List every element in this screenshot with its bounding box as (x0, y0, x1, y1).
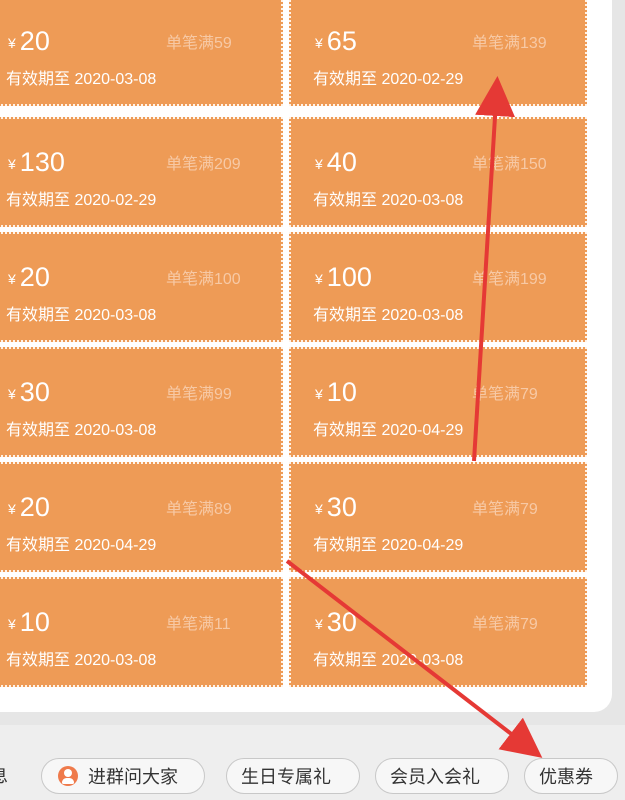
coupon-amount: ¥40 (315, 147, 357, 179)
coupon-grid: ¥20 单笔满59 有效期至 2020-03-08 ¥65 单笔满139 有效期… (0, 0, 625, 700)
coupon-condition: 单笔满209 (166, 156, 241, 173)
coupon-validity: 有效期至 2020-03-08 (6, 307, 157, 324)
coupon-amount: ¥130 (8, 147, 65, 179)
yen-symbol: ¥ (8, 156, 16, 172)
coupon-amount-value: 20 (19, 492, 50, 522)
coupon-card[interactable]: ¥10 单笔满11 有效期至 2020-03-08 (0, 577, 283, 687)
yen-symbol: ¥ (8, 386, 16, 402)
coupon-amount-value: 130 (19, 147, 65, 177)
yen-symbol: ¥ (315, 35, 323, 51)
coupon-card[interactable]: ¥130 单笔满209 有效期至 2020-02-29 (0, 117, 283, 227)
coupon-validity: 有效期至 2020-04-29 (313, 422, 464, 439)
coupon-amount: ¥100 (315, 262, 372, 294)
birthday-gift-label: 生日专属礼 (241, 767, 331, 787)
coupon-amount: ¥20 (8, 262, 50, 294)
yen-symbol: ¥ (8, 616, 16, 632)
coupon-amount-value: 65 (326, 26, 357, 56)
coupon-condition: 单笔满100 (166, 271, 241, 288)
group-ask-button[interactable]: 进群问大家 (41, 758, 205, 794)
coupon-card[interactable]: ¥20 单笔满89 有效期至 2020-04-29 (0, 462, 283, 572)
yen-symbol: ¥ (315, 501, 323, 517)
coupon-condition: 单笔满11 (166, 616, 231, 633)
coupon-validity: 有效期至 2020-03-08 (6, 422, 157, 439)
yen-symbol: ¥ (315, 156, 323, 172)
yen-symbol: ¥ (315, 386, 323, 402)
coupon-amount-value: 40 (326, 147, 357, 177)
coupon-amount: ¥30 (315, 492, 357, 524)
coupon-button-label: 优惠券 (539, 767, 593, 787)
coupon-validity: 有效期至 2020-03-08 (313, 192, 464, 209)
coupon-amount: ¥20 (8, 492, 50, 524)
coupon-amount: ¥20 (8, 26, 50, 58)
birthday-gift-button[interactable]: 生日专属礼 (226, 758, 360, 794)
coupon-card[interactable]: ¥65 单笔满139 有效期至 2020-02-29 (289, 0, 587, 106)
coupon-validity: 有效期至 2020-03-08 (6, 71, 157, 88)
coupon-amount-value: 10 (19, 607, 50, 637)
yen-symbol: ¥ (315, 271, 323, 287)
coupon-amount-value: 20 (19, 26, 50, 56)
coupon-amount: ¥10 (315, 377, 357, 409)
coupon-amount-value: 30 (326, 607, 357, 637)
coupon-amount: ¥10 (8, 607, 50, 639)
coupon-condition: 单笔满79 (472, 386, 538, 403)
coupon-validity: 有效期至 2020-04-29 (313, 537, 464, 554)
coupon-amount: ¥65 (315, 26, 357, 58)
yen-symbol: ¥ (8, 271, 16, 287)
member-gift-button[interactable]: 会员入会礼 (375, 758, 509, 794)
coupon-amount-value: 30 (326, 492, 357, 522)
coupon-condition: 单笔满99 (166, 386, 232, 403)
coupon-validity: 有效期至 2020-02-29 (6, 192, 157, 209)
coupon-validity: 有效期至 2020-02-29 (313, 71, 464, 88)
coupon-amount: ¥30 (8, 377, 50, 409)
coupon-card[interactable]: ¥20 单笔满100 有效期至 2020-03-08 (0, 232, 283, 342)
coupon-condition: 单笔满89 (166, 501, 232, 518)
coupon-amount-value: 100 (326, 262, 372, 292)
coupon-card[interactable]: ¥30 单笔满79 有效期至 2020-03-08 (289, 577, 587, 687)
coupon-validity: 有效期至 2020-04-29 (6, 537, 157, 554)
coupon-validity: 有效期至 2020-03-08 (6, 652, 157, 669)
coupon-condition: 单笔满79 (472, 616, 538, 633)
coupon-condition: 单笔满150 (472, 156, 547, 173)
coupon-card[interactable]: ¥40 单笔满150 有效期至 2020-03-08 (289, 117, 587, 227)
coupon-validity: 有效期至 2020-03-08 (313, 307, 464, 324)
coupon-amount-value: 20 (19, 262, 50, 292)
coupon-amount: ¥30 (315, 607, 357, 639)
coupon-condition: 单笔满139 (472, 35, 547, 52)
group-ask-label: 进群问大家 (88, 767, 178, 787)
cutoff-tab[interactable]: 息 (0, 758, 12, 794)
coupon-amount-value: 10 (326, 377, 357, 407)
yen-symbol: ¥ (8, 35, 16, 51)
coupon-condition: 单笔满199 (472, 271, 547, 288)
bottom-action-bar: 息 进群问大家 生日专属礼 会员入会礼 优惠券 (0, 725, 625, 800)
cutoff-tab-label: 息 (0, 766, 8, 786)
coupon-card[interactable]: ¥30 单笔满99 有效期至 2020-03-08 (0, 347, 283, 457)
member-gift-label: 会员入会礼 (390, 767, 480, 787)
coupon-card[interactable]: ¥10 单笔满79 有效期至 2020-04-29 (289, 347, 587, 457)
yen-symbol: ¥ (8, 501, 16, 517)
yen-symbol: ¥ (315, 616, 323, 632)
coupon-card[interactable]: ¥100 单笔满199 有效期至 2020-03-08 (289, 232, 587, 342)
coupon-condition: 单笔满59 (166, 35, 232, 52)
coupon-card[interactable]: ¥30 单笔满79 有效期至 2020-04-29 (289, 462, 587, 572)
coupon-button[interactable]: 优惠券 (524, 758, 618, 794)
coupon-amount-value: 30 (19, 377, 50, 407)
coupon-validity: 有效期至 2020-03-08 (313, 652, 464, 669)
coupon-condition: 单笔满79 (472, 501, 538, 518)
group-chat-icon (58, 766, 78, 786)
coupon-card[interactable]: ¥20 单笔满59 有效期至 2020-03-08 (0, 0, 283, 106)
